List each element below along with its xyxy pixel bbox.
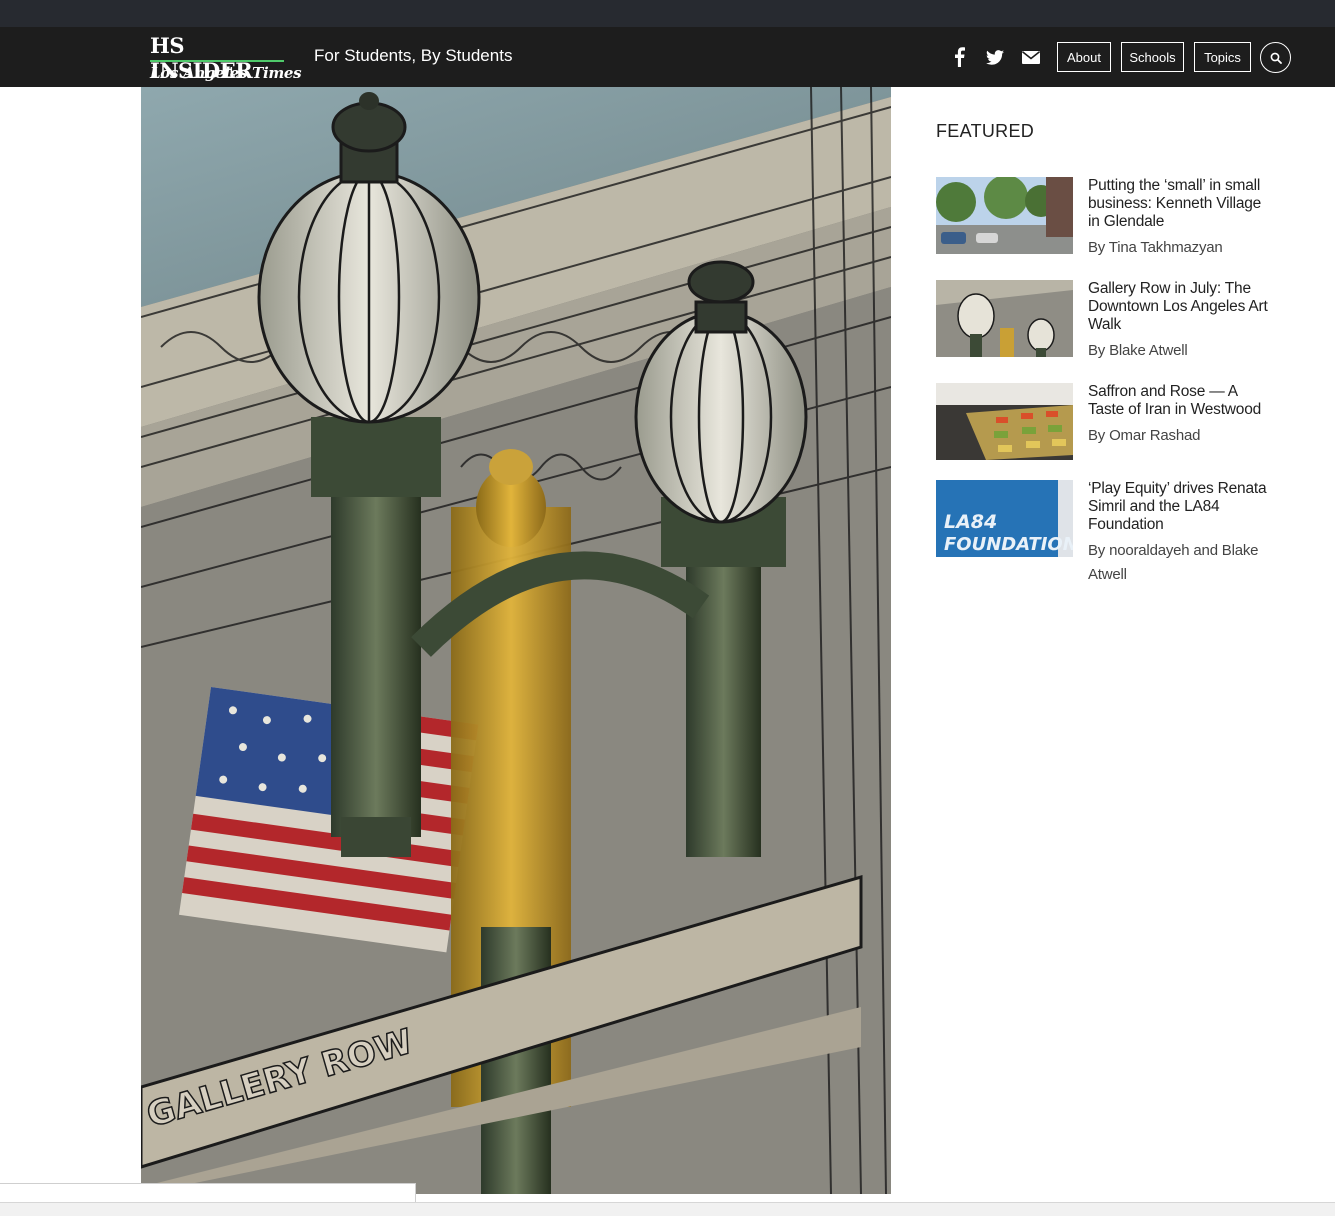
la84-thumb-lettering: LA84: [944, 511, 997, 533]
nav-topics-button[interactable]: Topics: [1194, 42, 1251, 72]
foundation-thumb-lettering: FOUNDATION: [944, 534, 1073, 555]
search-icon: [1270, 52, 1282, 64]
site-header: HS INSIDER Los Angeles Times For Student…: [0, 27, 1335, 87]
article-byline: By nooraldayeh and Blake Atwell: [1088, 542, 1259, 583]
featured-heading: FEATURED: [936, 121, 1035, 141]
browser-bottom-bar: [0, 1202, 1335, 1216]
hero-illustration: GALLERY ROW: [141, 87, 891, 1194]
browser-top-strip: [0, 0, 1335, 27]
article-title[interactable]: Gallery Row in July: The Downtown Los An…: [1088, 280, 1270, 334]
search-button[interactable]: [1260, 42, 1291, 73]
article-thumbnail[interactable]: [936, 383, 1073, 460]
hs-insider-logo[interactable]: HS INSIDER Los Angeles Times: [150, 33, 302, 83]
twitter-icon[interactable]: [983, 45, 1007, 69]
logo-rule: [150, 60, 284, 62]
mail-icon[interactable]: [1019, 45, 1043, 69]
article-thumbnail[interactable]: [936, 177, 1073, 254]
site-tagline: For Students, By Students: [314, 46, 513, 65]
article-byline: By Blake Atwell: [1088, 342, 1188, 359]
browser-status-tab: [0, 1183, 416, 1203]
article-thumbnail[interactable]: [936, 280, 1073, 357]
article-title[interactable]: Putting the ‘small’ in small business: K…: [1088, 177, 1270, 231]
logo-subtitle: Los Angeles Times: [150, 64, 302, 82]
article-title[interactable]: Saffron and Rose — A Taste of Iran in We…: [1088, 383, 1270, 419]
facebook-icon[interactable]: [947, 45, 971, 69]
nav-schools-button[interactable]: Schools: [1121, 42, 1184, 72]
article-byline: By Omar Rashad: [1088, 427, 1201, 444]
article-thumbnail[interactable]: LA84 FOUNDATION: [936, 480, 1073, 557]
article-title[interactable]: ‘Play Equity’ drives Renata Simril and t…: [1088, 480, 1270, 534]
article-byline: By Tina Takhmazyan: [1088, 239, 1223, 256]
nav-about-button[interactable]: About: [1057, 42, 1111, 72]
